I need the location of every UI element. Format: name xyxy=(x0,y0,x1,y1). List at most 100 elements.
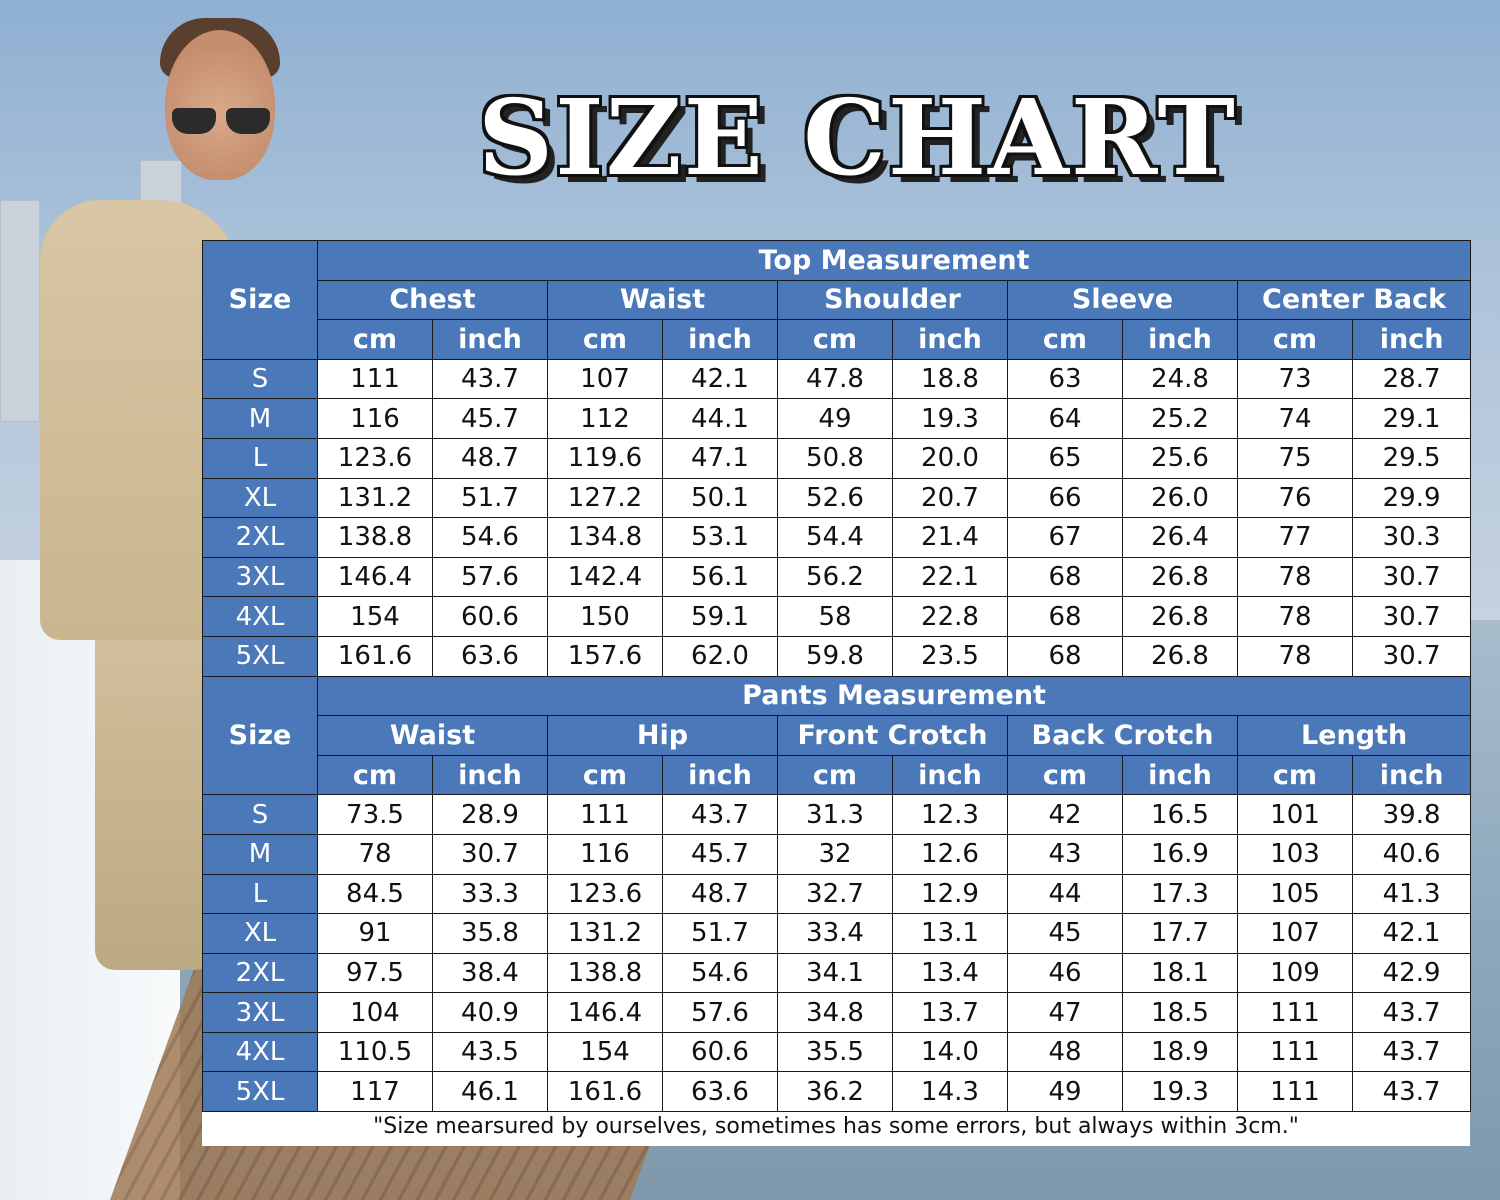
unit-header: cm xyxy=(1007,754,1123,796)
size-table: Size Top Measurement Chest Waist Shoulder Sle… xyxy=(202,240,1472,1113)
table-cell: 34.1 xyxy=(777,952,893,994)
table-cell: 78 xyxy=(1237,635,1353,677)
table-cell: 12.9 xyxy=(892,873,1008,915)
table-cell: 48.7 xyxy=(662,873,778,915)
table-cell: 22.8 xyxy=(892,596,1008,637)
table-cell: 134.8 xyxy=(547,517,663,558)
table-cell: 32 xyxy=(777,833,893,875)
size-cell: L xyxy=(202,437,318,479)
table-row: 4XL 110.5 43.5 154 60.6 35.5 14.0 48 18.9 111 43.7 xyxy=(202,1031,1472,1073)
background-building xyxy=(0,200,40,422)
table-cell: 44 xyxy=(1007,873,1123,915)
top-group-header: Waist xyxy=(547,279,778,321)
top-section-title: Top Measurement xyxy=(316,240,1472,281)
table-cell: 63.6 xyxy=(662,1071,778,1113)
top-measurement-section: Size Top Measurement Chest Waist Shoulder Sle… xyxy=(202,240,1472,677)
table-cell: 13.4 xyxy=(892,952,1008,994)
table-cell: 111 xyxy=(1237,1031,1353,1073)
table-cell: 107 xyxy=(547,358,663,400)
table-cell: 18.9 xyxy=(1122,1031,1238,1073)
table-cell: 43.7 xyxy=(432,358,548,400)
table-cell: 35.5 xyxy=(777,1031,893,1073)
table-cell: 119.6 xyxy=(547,437,663,479)
table-cell: 84.5 xyxy=(317,873,433,915)
table-row: S 73.5 28.9 111 43.7 31.3 12.3 42 16.5 101 39.8 xyxy=(202,794,1472,835)
model-head-image xyxy=(165,30,275,180)
table-cell: 138.8 xyxy=(317,517,433,558)
table-cell: 16.9 xyxy=(1122,833,1238,875)
table-row: 2XL 138.8 54.6 134.8 53.1 54.4 21.4 67 26.4 77 30.… xyxy=(202,517,1472,558)
pants-group-header: Hip xyxy=(547,715,778,756)
table-cell: 48 xyxy=(1007,1031,1123,1073)
pants-measurement-section: Size Pants Measurement Waist Hip Front Crotc… xyxy=(202,675,1472,1113)
unit-header: cm xyxy=(777,754,893,796)
table-row: 5XL 161.6 63.6 157.6 62.0 59.8 23.5 68 26.8 78 30.… xyxy=(202,635,1472,677)
table-row: 3XL 146.4 57.6 142.4 56.1 56.2 22.1 68 26.8 78 30.… xyxy=(202,556,1472,598)
table-cell: 43.7 xyxy=(1351,1031,1472,1073)
size-cell: L xyxy=(202,873,318,915)
unit-header: cm xyxy=(547,319,663,360)
table-row: XL 131.2 51.7 127.2 50.1 52.6 20.7 66 26.0 76 29.9 xyxy=(202,477,1472,519)
table-cell: 150 xyxy=(547,596,663,637)
unit-header: cm xyxy=(1007,319,1123,360)
top-group-header: Center Back xyxy=(1236,279,1472,321)
unit-header: inch xyxy=(662,754,778,796)
size-cell: 3XL xyxy=(202,556,318,598)
table-cell: 19.3 xyxy=(892,398,1008,439)
sunglasses-image xyxy=(172,108,272,134)
table-cell: 25.6 xyxy=(1122,437,1238,479)
table-cell: 28.9 xyxy=(432,794,548,835)
table-cell: 62.0 xyxy=(662,635,778,677)
table-cell: 75 xyxy=(1237,437,1353,479)
table-cell: 65 xyxy=(1007,437,1123,479)
unit-header: cm xyxy=(317,319,433,360)
table-cell: 101 xyxy=(1237,794,1353,835)
size-cell: 4XL xyxy=(202,1031,318,1073)
table-cell: 60.6 xyxy=(432,596,548,637)
table-cell: 29.1 xyxy=(1351,398,1472,439)
table-cell: 43.7 xyxy=(1351,992,1472,1033)
table-cell: 29.9 xyxy=(1351,477,1472,519)
table-cell: 42.1 xyxy=(662,358,778,400)
unit-header: cm xyxy=(1237,319,1353,360)
table-cell: 38.4 xyxy=(432,952,548,994)
table-cell: 60.6 xyxy=(662,1031,778,1073)
top-size-header: Size xyxy=(202,240,318,360)
table-cell: 47.1 xyxy=(662,437,778,479)
table-cell: 49 xyxy=(1007,1071,1123,1113)
table-cell: 59.1 xyxy=(662,596,778,637)
table-cell: 32.7 xyxy=(777,873,893,915)
table-cell: 46 xyxy=(1007,952,1123,994)
table-cell: 20.7 xyxy=(892,477,1008,519)
size-cell: 3XL xyxy=(202,992,318,1033)
table-cell: 68 xyxy=(1007,596,1123,637)
table-cell: 154 xyxy=(317,596,433,637)
table-cell: 78 xyxy=(1237,596,1353,637)
size-cell: S xyxy=(202,794,318,835)
table-cell: 131.2 xyxy=(547,913,663,954)
table-row: M 116 45.7 112 44.1 49 19.3 64 25.2 74 29.1 xyxy=(202,398,1472,439)
page-title: SIZE CHART xyxy=(478,76,1237,199)
table-cell: 14.0 xyxy=(892,1031,1008,1073)
table-cell: 68 xyxy=(1007,556,1123,598)
table-cell: 97.5 xyxy=(317,952,433,994)
table-cell: 51.7 xyxy=(662,913,778,954)
table-cell: 26.8 xyxy=(1122,596,1238,637)
table-cell: 48.7 xyxy=(432,437,548,479)
table-cell: 30.7 xyxy=(1351,556,1472,598)
table-cell: 17.7 xyxy=(1122,913,1238,954)
table-cell: 46.1 xyxy=(432,1071,548,1113)
table-row: 5XL 117 46.1 161.6 63.6 36.2 14.3 49 19.3 111 43.7 xyxy=(202,1071,1472,1113)
table-cell: 142.4 xyxy=(547,556,663,598)
size-cell: 2XL xyxy=(202,517,318,558)
size-cell: M xyxy=(202,833,318,875)
unit-header: inch xyxy=(1351,754,1472,796)
size-cell: 5XL xyxy=(202,635,318,677)
table-cell: 31.3 xyxy=(777,794,893,835)
table-cell: 30.7 xyxy=(1351,635,1472,677)
table-cell: 161.6 xyxy=(317,635,433,677)
table-cell: 52.6 xyxy=(777,477,893,519)
table-cell: 26.4 xyxy=(1122,517,1238,558)
table-cell: 56.2 xyxy=(777,556,893,598)
table-cell: 111 xyxy=(1237,992,1353,1033)
